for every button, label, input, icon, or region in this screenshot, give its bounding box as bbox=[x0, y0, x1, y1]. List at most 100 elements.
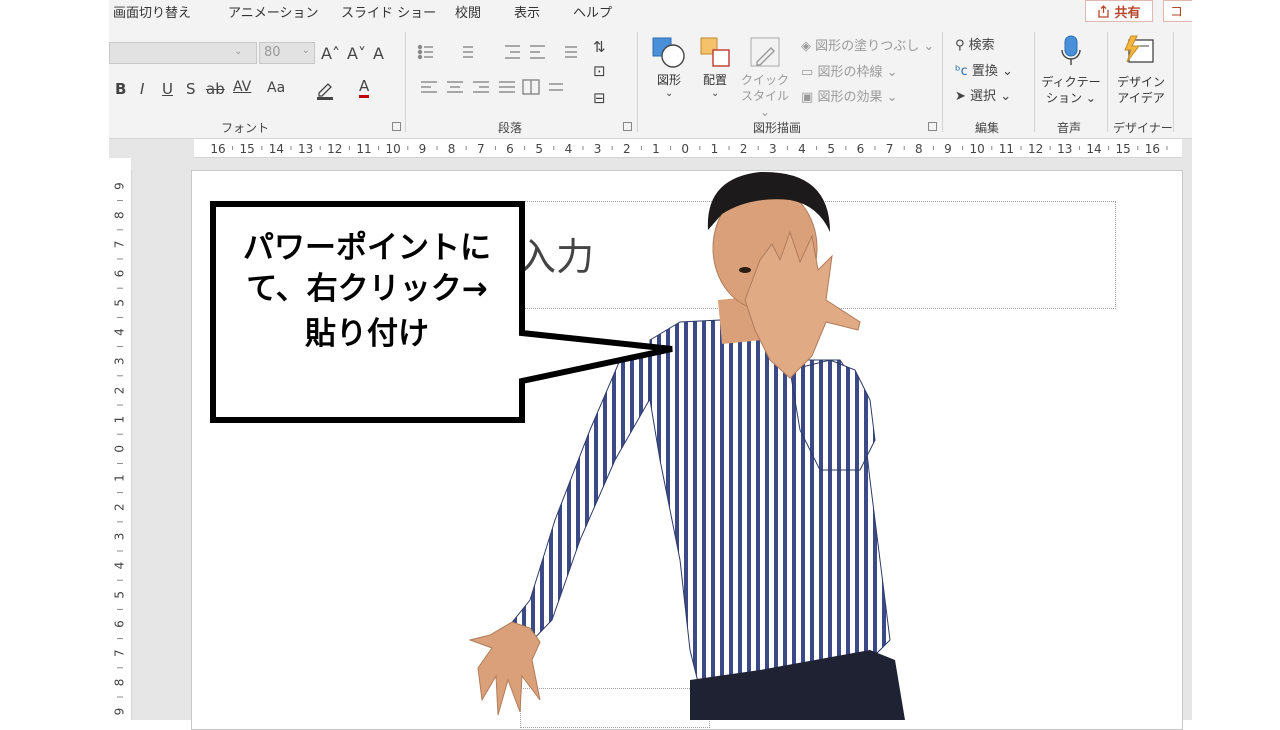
ruler-label: 13 bbox=[1057, 142, 1072, 156]
paragraph-dialog-launcher-icon[interactable] bbox=[623, 122, 632, 131]
ruler-label: 9 bbox=[113, 182, 127, 190]
vertical-ruler: 9 8 7 6 5 4 3 2 1 0 1 2 3 4 5 6 7 8 9 bbox=[109, 170, 132, 727]
ruler-end bbox=[1182, 139, 1192, 158]
ruler-label: 4 bbox=[113, 328, 127, 336]
ruler-label: 7 bbox=[886, 142, 894, 156]
replace-button[interactable]: ᵇc 置換 ⌄ bbox=[955, 60, 1013, 79]
share-button[interactable]: 共有 bbox=[1085, 0, 1153, 22]
tab-review[interactable]: 校閲 bbox=[455, 2, 481, 21]
ruler-label: 4 bbox=[798, 142, 806, 156]
font-dropdown-icon[interactable]: ⌄ bbox=[234, 46, 242, 57]
dictate-label[interactable]: ディクテー ション ⌄ bbox=[1039, 74, 1103, 106]
ruler-label: 15 bbox=[240, 142, 255, 156]
drawing-dialog-launcher-icon[interactable] bbox=[928, 122, 937, 131]
font-size-box[interactable]: 80 ⌄ bbox=[259, 42, 315, 64]
change-case-button[interactable]: Aa bbox=[267, 80, 285, 96]
shape-effects-button[interactable]: ▣ 図形の効果 ⌄ bbox=[801, 86, 897, 105]
ruler-label: 12 bbox=[327, 142, 342, 156]
bold-button[interactable]: B bbox=[115, 80, 126, 98]
clear-format-button[interactable]: A bbox=[373, 44, 384, 63]
shape-fill-label: 図形の塗りつぶし bbox=[815, 39, 920, 54]
find-button[interactable]: ⚲ 検索 bbox=[955, 34, 995, 53]
ruler-label: 2 bbox=[113, 503, 127, 511]
underline-button[interactable]: U bbox=[162, 80, 173, 98]
tab-animations[interactable]: アニメーション bbox=[228, 2, 318, 21]
font-group-label: フォント bbox=[221, 121, 270, 135]
quick-styles-label-2: スタイル bbox=[740, 89, 789, 103]
font-dialog-launcher-icon[interactable] bbox=[392, 122, 401, 131]
font-color-button[interactable]: A bbox=[359, 78, 370, 98]
char-spacing-button[interactable]: AV bbox=[233, 79, 251, 95]
horizontal-ruler-marks: 16 15 14 13 12 11 10 9 8 7 6 5 4 3 2 1 0 1 2 3 4 5 6 7 8 9 10 11 12 1… bbox=[210, 142, 1168, 156]
ruler-label: 8 bbox=[448, 142, 456, 156]
ruler-label: 8 bbox=[113, 679, 127, 687]
shape-fill-button[interactable]: ◈ 図形の塗りつぶし ⌄ bbox=[801, 35, 934, 54]
comments-label: コ bbox=[1170, 5, 1184, 20]
select-button[interactable]: ➤ 選択 ⌄ bbox=[955, 85, 1011, 104]
vertical-ruler-marks: 9 8 7 6 5 4 3 2 1 0 1 2 3 4 5 6 7 8 9 bbox=[113, 182, 127, 727]
design-ideas-icon[interactable] bbox=[1121, 34, 1157, 68]
arrange-label[interactable]: 配置 bbox=[695, 72, 735, 88]
ruler-label: 15 bbox=[1116, 142, 1131, 156]
ruler-label: 9 bbox=[944, 142, 952, 156]
ruler-corner bbox=[109, 139, 194, 158]
ruler-label: 9 bbox=[419, 142, 427, 156]
dictate-label-1: ディクテー bbox=[1041, 75, 1101, 89]
smartart-icon[interactable]: ⊟ bbox=[593, 89, 606, 107]
font-size-value: 80 bbox=[264, 45, 281, 60]
ruler-label: 11 bbox=[999, 142, 1014, 156]
text-direction-icon[interactable]: ⇅ bbox=[593, 38, 606, 56]
quick-styles-icon[interactable] bbox=[749, 36, 783, 70]
ruler-label: 3 bbox=[769, 142, 777, 156]
grow-font-button[interactable]: A˄ bbox=[321, 44, 340, 63]
select-label: 選択 bbox=[970, 89, 997, 104]
horizontal-ruler: 16 15 14 13 12 11 10 9 8 7 6 5 4 3 2 1 0 1 2 3 4 5 6 7 8 9 10 11 12 1… bbox=[194, 139, 1182, 158]
size-dropdown-icon: ⌄ bbox=[301, 45, 310, 56]
effects-icon: ▣ bbox=[801, 90, 814, 105]
design-ideas-label[interactable]: デザイン アイデア bbox=[1113, 74, 1169, 106]
tab-view[interactable]: 表示 bbox=[514, 2, 540, 21]
ruler-label: 6 bbox=[506, 142, 514, 156]
paragraph-group-label: 段落 bbox=[498, 121, 523, 135]
callout-line-2: て、右クリック→ bbox=[246, 271, 487, 307]
ruler-label: 9 bbox=[113, 708, 127, 716]
ruler-label: 1 bbox=[652, 142, 660, 156]
strikethrough-button[interactable]: ab bbox=[206, 80, 225, 98]
ruler-label: 5 bbox=[827, 142, 835, 156]
tab-slideshow[interactable]: スライド ショー bbox=[341, 2, 436, 21]
ruler-label: 14 bbox=[1086, 142, 1101, 156]
highlight-pen-icon[interactable] bbox=[315, 78, 337, 100]
dictate-label-2: ション bbox=[1046, 91, 1083, 105]
ruler-label: 2 bbox=[113, 387, 127, 395]
comments-button[interactable]: コ bbox=[1163, 0, 1195, 22]
arrange-dropdown-icon[interactable]: ⌄ bbox=[711, 88, 719, 99]
shapes-label[interactable]: 図形 bbox=[649, 72, 689, 88]
cursor-icon: ➤ bbox=[955, 89, 966, 104]
ruler-label: 12 bbox=[1028, 142, 1043, 156]
quick-styles-label[interactable]: クイック スタイル ⌄ bbox=[737, 72, 793, 120]
shapes-dropdown-icon[interactable]: ⌄ bbox=[665, 88, 673, 99]
shape-outline-label: 図形の枠線 bbox=[817, 65, 883, 80]
separator bbox=[942, 32, 943, 132]
microphone-icon[interactable] bbox=[1059, 34, 1083, 68]
tab-help[interactable]: ヘルプ bbox=[573, 2, 612, 21]
ruler-label: 6 bbox=[857, 142, 865, 156]
align-text-icon[interactable]: ⊡ bbox=[593, 62, 606, 80]
search-icon: ⚲ bbox=[955, 38, 965, 53]
italic-button[interactable]: I bbox=[140, 80, 144, 98]
speech-callout[interactable]: パワーポイントに て、右クリック→ 貼り付け bbox=[205, 198, 685, 428]
shapes-icon[interactable] bbox=[651, 36, 687, 70]
tab-transitions[interactable]: 画面切り替え bbox=[113, 2, 191, 21]
ruler-label: 2 bbox=[740, 142, 748, 156]
ruler-label: 14 bbox=[269, 142, 284, 156]
shape-outline-button[interactable]: ▭ 図形の枠線 ⌄ bbox=[801, 61, 897, 80]
shrink-font-button[interactable]: A˅ bbox=[347, 44, 366, 63]
ruler-label: 10 bbox=[970, 142, 985, 156]
separator bbox=[1173, 32, 1174, 132]
arrange-icon[interactable] bbox=[699, 36, 733, 70]
ruler-label: 16 bbox=[1145, 142, 1160, 156]
shadow-button[interactable]: S bbox=[186, 80, 196, 98]
ruler-label: 3 bbox=[113, 357, 127, 365]
ruler-label: 1 bbox=[711, 142, 719, 156]
ruler-label: 7 bbox=[477, 142, 485, 156]
